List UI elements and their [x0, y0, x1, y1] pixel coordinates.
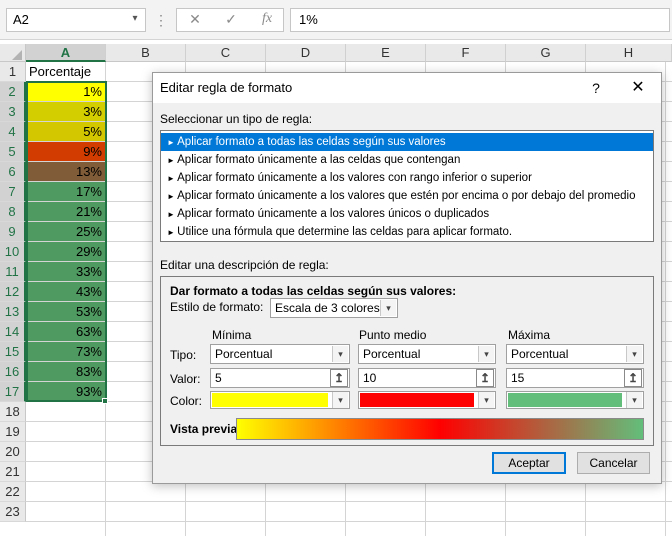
rule-type-label: Utilice una fórmula que determine las ce…: [177, 226, 513, 238]
chevron-down-icon[interactable]: ▾: [626, 392, 642, 408]
row-header-4[interactable]: 4: [0, 122, 26, 142]
row-header-13[interactable]: 13: [0, 302, 26, 322]
row-header-16[interactable]: 16: [0, 362, 26, 382]
close-icon[interactable]: ✕: [626, 76, 650, 100]
chevron-down-icon[interactable]: ▾: [478, 392, 494, 408]
dialog-title: Editar regla de formato: [160, 80, 293, 95]
formula-input[interactable]: 1%: [290, 8, 670, 32]
row-header-19[interactable]: 19: [0, 422, 26, 442]
mid-type-select[interactable]: Porcentual: [358, 344, 496, 364]
chevron-down-icon[interactable]: ▾: [478, 346, 494, 362]
help-icon[interactable]: ?: [584, 76, 608, 100]
column-header-c[interactable]: C: [186, 44, 266, 62]
arrow-right-icon: ►: [167, 210, 178, 219]
cancel-icon[interactable]: ✕: [180, 10, 210, 28]
min-type-select[interactable]: Porcentual: [210, 344, 350, 364]
rule-type-label: Aplicar formato únicamente a los valores…: [177, 172, 532, 184]
row-header-23[interactable]: 23: [0, 502, 26, 522]
color-label: Color:: [170, 394, 203, 408]
column-header-d[interactable]: D: [266, 44, 346, 62]
min-value-input[interactable]: 5: [210, 368, 350, 388]
selection-border: [26, 81, 107, 402]
insert-function-icon[interactable]: fx: [252, 10, 282, 28]
rule-type-item[interactable]: ► Aplicar formato únicamente a los valor…: [161, 205, 653, 223]
format-style-select[interactable]: Escala de 3 colores: [270, 298, 398, 318]
name-box[interactable]: A2: [6, 8, 146, 32]
rule-type-label: Aplicar formato a todas las celdas según…: [177, 136, 446, 148]
ok-button[interactable]: Aceptar: [492, 452, 566, 474]
format-style-label: Estilo de formato:: [170, 300, 264, 314]
rule-type-item[interactable]: ► Utilice una fórmula que determine las …: [161, 223, 653, 241]
row-header-2[interactable]: 2: [0, 82, 26, 102]
chevron-down-icon[interactable]: ▾: [626, 346, 642, 362]
mid-column-label: Punto medio: [359, 328, 427, 342]
column-header-f[interactable]: F: [426, 44, 506, 62]
arrow-right-icon: ►: [167, 138, 178, 147]
row-header-6[interactable]: 6: [0, 162, 26, 182]
cancel-button[interactable]: Cancelar: [577, 452, 650, 474]
arrow-right-icon: ►: [167, 174, 178, 183]
chevron-down-icon[interactable]: ▾: [332, 392, 348, 408]
row-header-20[interactable]: 20: [0, 442, 26, 462]
row-header-10[interactable]: 10: [0, 242, 26, 262]
rule-type-item[interactable]: ► Aplicar formato a todas las celdas seg…: [161, 133, 653, 151]
column-header-h[interactable]: H: [586, 44, 672, 62]
arrow-right-icon: ►: [167, 228, 178, 237]
edit-description-label: Editar una descripción de regla:: [160, 258, 329, 272]
row-header-17[interactable]: 17: [0, 382, 26, 402]
min-column-label: Mínima: [212, 328, 252, 342]
valor-label: Valor:: [170, 372, 201, 386]
column-header-e[interactable]: E: [346, 44, 426, 62]
row-header-22[interactable]: 22: [0, 482, 26, 502]
rule-type-item[interactable]: ► Aplicar formato únicamente a las celda…: [161, 151, 653, 169]
rule-type-item[interactable]: ► Aplicar formato únicamente a los valor…: [161, 169, 653, 187]
column-header-a[interactable]: A: [26, 44, 106, 62]
rule-type-label: Aplicar formato únicamente a las celdas …: [177, 154, 461, 166]
row-header-7[interactable]: 7: [0, 182, 26, 202]
arrow-right-icon: ►: [167, 192, 178, 201]
range-picker-icon[interactable]: ↥: [330, 369, 348, 387]
rule-type-label: Aplicar formato únicamente a los valores…: [177, 190, 636, 202]
chevron-down-icon[interactable]: ▾: [128, 12, 142, 26]
column-header-g[interactable]: G: [506, 44, 586, 62]
preview-gradient: [236, 418, 644, 440]
column-header-b[interactable]: B: [106, 44, 186, 62]
max-column-label: Máxima: [508, 328, 551, 342]
enter-icon[interactable]: ✓: [216, 10, 246, 28]
row-header-1[interactable]: 1: [0, 62, 26, 82]
rule-type-item[interactable]: ► Aplicar formato únicamente a los valor…: [161, 187, 653, 205]
vertical-dots-icon: ⋮: [154, 12, 168, 28]
arrow-right-icon: ►: [167, 156, 178, 165]
preview-label: Vista previa:: [170, 422, 242, 436]
rule-type-label: Aplicar formato únicamente a los valores…: [177, 208, 490, 220]
row-header-12[interactable]: 12: [0, 282, 26, 302]
fill-handle[interactable]: [102, 398, 108, 404]
description-heading: Dar formato a todas las celdas según sus…: [170, 284, 457, 298]
row-header-15[interactable]: 15: [0, 342, 26, 362]
min-color-swatch: [212, 393, 328, 407]
select-all-triangle-icon: [12, 50, 22, 60]
row-header-21[interactable]: 21: [0, 462, 26, 482]
header-cell-a1[interactable]: Porcentaje: [26, 62, 106, 82]
max-color-swatch: [508, 393, 622, 407]
chevron-down-icon[interactable]: ▾: [332, 346, 348, 362]
tipo-label: Tipo:: [170, 348, 197, 362]
row-header-11[interactable]: 11: [0, 262, 26, 282]
max-type-select[interactable]: Porcentual: [506, 344, 644, 364]
row-header-3[interactable]: 3: [0, 102, 26, 122]
chevron-down-icon[interactable]: ▾: [380, 300, 396, 316]
select-rule-type-label: Seleccionar un tipo de regla:: [160, 112, 313, 126]
row-header-14[interactable]: 14: [0, 322, 26, 342]
row-header-18[interactable]: 18: [0, 402, 26, 422]
row-header-8[interactable]: 8: [0, 202, 26, 222]
row-header-9[interactable]: 9: [0, 222, 26, 242]
mid-color-swatch: [360, 393, 474, 407]
row-header-5[interactable]: 5: [0, 142, 26, 162]
range-picker-icon[interactable]: ↥: [476, 369, 494, 387]
range-picker-icon[interactable]: ↥: [624, 369, 642, 387]
